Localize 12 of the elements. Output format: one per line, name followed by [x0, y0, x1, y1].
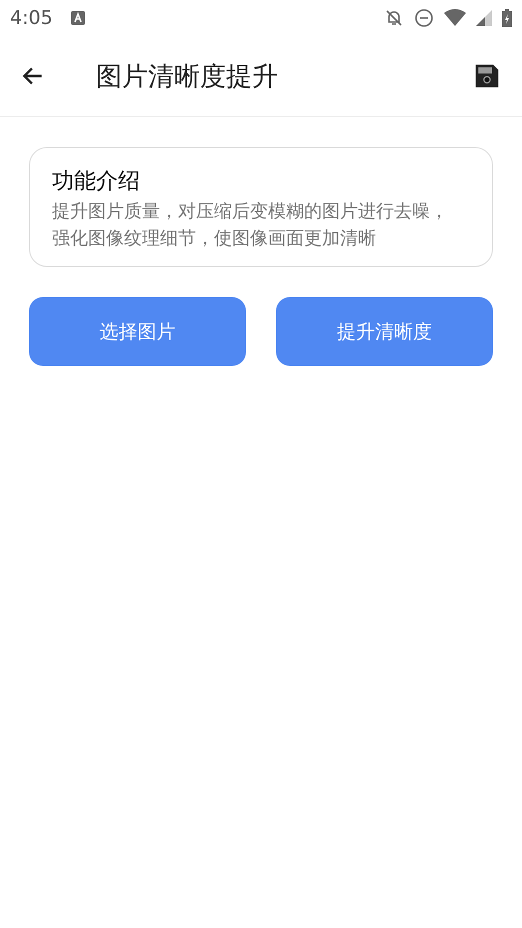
- action-button[interactable]: 提升清晰度: [276, 297, 493, 366]
- card-description: 提升图片质量，对压缩后变模糊的图片进行去噪，强化图像纹理细节，使图像画面更加清晰: [52, 200, 449, 251]
- wifi-icon: [444, 9, 466, 27]
- battery-icon: [502, 9, 512, 27]
- card-title: 功能介绍: [52, 168, 141, 196]
- signal-icon: [476, 10, 492, 26]
- muted-bell-icon: [384, 8, 404, 28]
- app-bar-title: 图片清晰度提升: [96, 60, 279, 94]
- do-not-disturb-icon: [414, 8, 434, 28]
- status-time: 4:05: [10, 7, 53, 29]
- keyboard-icon: [70, 11, 85, 25]
- action-button[interactable]: 选择图片: [29, 297, 246, 366]
